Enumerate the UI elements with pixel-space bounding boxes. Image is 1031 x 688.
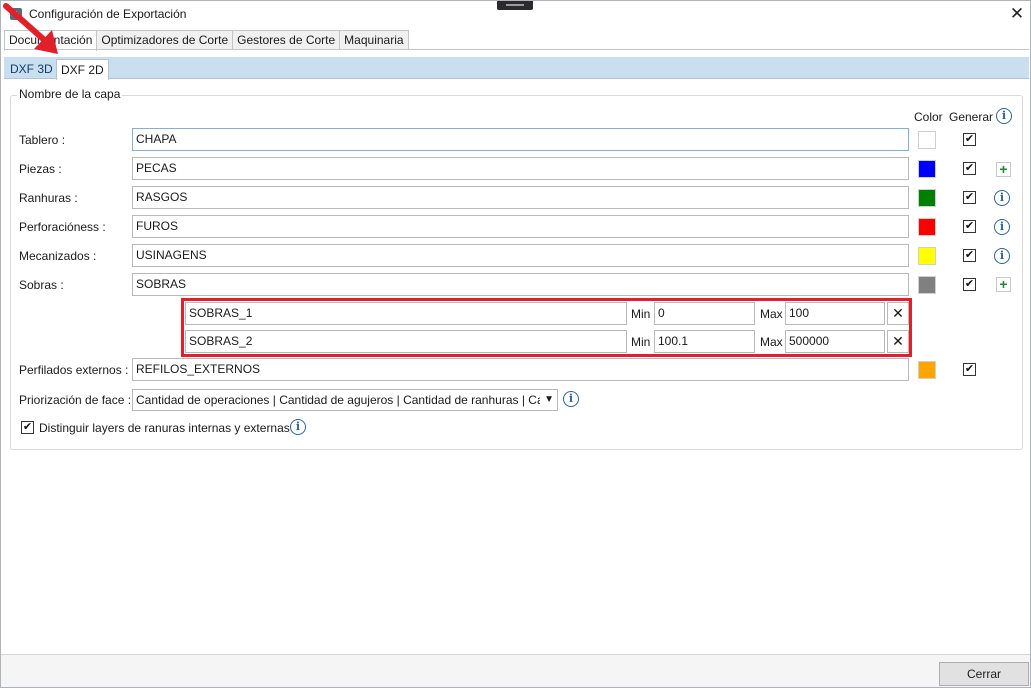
generar-checkbox-ranhuras[interactable] bbox=[963, 191, 976, 204]
info-icon[interactable]: i bbox=[994, 219, 1010, 235]
max-label: Max bbox=[760, 307, 783, 321]
add-icon[interactable]: + bbox=[996, 277, 1011, 292]
sobras-sub-name-input[interactable]: SOBRAS_1 bbox=[185, 302, 627, 325]
color-swatch-ranhuras[interactable] bbox=[918, 189, 936, 207]
priorizacion-dropdown[interactable]: Cantidad de operaciones | Cantidad de ag… bbox=[132, 389, 558, 411]
generar-checkbox-tablero[interactable] bbox=[963, 133, 976, 146]
sobras-sub-name-input[interactable]: SOBRAS_2 bbox=[185, 330, 627, 353]
info-icon[interactable]: i bbox=[290, 419, 306, 435]
distinguir-label: Distinguir layers de ranuras internas y … bbox=[39, 421, 290, 435]
input-ranhuras[interactable]: RASGOS bbox=[132, 186, 909, 209]
label-perfilados: Perfilados externos : bbox=[19, 363, 129, 377]
tab-documentacion[interactable]: Documentación bbox=[4, 30, 98, 51]
sobras-sub-min-input[interactable]: 100.1 bbox=[654, 330, 755, 353]
main-tabs: Documentación Optimizadores de Corte Ges… bbox=[4, 30, 409, 51]
input-tablero[interactable]: CHAPA bbox=[132, 128, 909, 151]
app-icon bbox=[10, 8, 22, 20]
group-title: Nombre de la capa bbox=[17, 87, 123, 101]
label-mecanizados: Mecanizados : bbox=[19, 249, 97, 263]
window-title: Configuración de Exportación bbox=[29, 7, 187, 21]
min-label: Min bbox=[631, 307, 651, 321]
export-config-window: Configuración de Exportación ✕ Documenta… bbox=[0, 0, 1031, 688]
generar-column-header: Generar bbox=[949, 110, 994, 124]
info-icon[interactable]: i bbox=[996, 108, 1012, 124]
color-swatch-perforaciones[interactable] bbox=[918, 218, 936, 236]
delete-icon[interactable]: ✕ bbox=[887, 302, 909, 325]
generar-checkbox-sobras[interactable] bbox=[963, 278, 976, 291]
input-perforaciones[interactable]: FUROS bbox=[132, 215, 909, 238]
sobras-sub-max-input[interactable]: 100 bbox=[785, 302, 885, 325]
label-sobras: Sobras : bbox=[19, 278, 64, 292]
min-label: Min bbox=[631, 335, 651, 349]
sobras-sub-max-input[interactable]: 500000 bbox=[785, 330, 885, 353]
generar-checkbox-perfilados[interactable] bbox=[963, 363, 976, 376]
tab-dxf-2d[interactable]: DXF 2D bbox=[56, 59, 109, 80]
dropdown-arrow-icon: ▼ bbox=[544, 394, 554, 405]
drag-grip[interactable] bbox=[497, 1, 533, 10]
tabs-divider bbox=[4, 49, 1029, 50]
close-button[interactable]: Cerrar bbox=[939, 662, 1029, 686]
label-piezas: Piezas : bbox=[19, 162, 62, 176]
generar-checkbox-perforaciones[interactable] bbox=[963, 220, 976, 233]
info-icon[interactable]: i bbox=[563, 391, 579, 407]
tab-optimizadores[interactable]: Optimizadores de Corte bbox=[96, 30, 234, 50]
input-piezas[interactable]: PECAS bbox=[132, 157, 909, 180]
generar-checkbox-mecanizados[interactable] bbox=[963, 249, 976, 262]
footer-bar bbox=[1, 655, 1030, 687]
color-swatch-piezas[interactable] bbox=[918, 160, 936, 178]
title-bar[interactable]: Configuración de Exportación ✕ bbox=[1, 1, 1030, 27]
label-perforaciones: Perforacióness : bbox=[19, 220, 106, 234]
tab-dxf-3d[interactable]: DXF 3D bbox=[6, 59, 57, 80]
label-tablero: Tablero : bbox=[19, 133, 66, 147]
tab-maquinaria[interactable]: Maquinaria bbox=[339, 30, 409, 50]
delete-icon[interactable]: ✕ bbox=[887, 330, 909, 353]
max-label: Max bbox=[760, 335, 783, 349]
label-ranhuras: Ranhuras : bbox=[19, 191, 78, 205]
label-priorizacion: Priorización de face : bbox=[19, 393, 132, 407]
info-icon[interactable]: i bbox=[994, 190, 1010, 206]
generar-checkbox-piezas[interactable] bbox=[963, 162, 976, 175]
close-icon[interactable]: ✕ bbox=[1007, 4, 1027, 24]
input-perfilados[interactable]: REFILOS_EXTERNOS bbox=[132, 358, 909, 381]
color-swatch-tablero[interactable] bbox=[918, 131, 936, 149]
color-column-header: Color bbox=[914, 110, 943, 124]
color-swatch-sobras[interactable] bbox=[918, 276, 936, 294]
input-mecanizados[interactable]: USINAGENS bbox=[132, 244, 909, 267]
input-sobras[interactable]: SOBRAS bbox=[132, 273, 909, 296]
sobras-sub-min-input[interactable]: 0 bbox=[654, 302, 755, 325]
subtabs-bar: DXF 3D DXF 2D bbox=[4, 57, 1029, 80]
add-icon[interactable]: + bbox=[996, 162, 1011, 177]
color-swatch-perfilados[interactable] bbox=[918, 361, 936, 379]
info-icon[interactable]: i bbox=[994, 248, 1010, 264]
priorizacion-value: Cantidad de operaciones | Cantidad de ag… bbox=[136, 393, 540, 407]
color-swatch-mecanizados[interactable] bbox=[918, 247, 936, 265]
distinguir-checkbox[interactable] bbox=[21, 421, 34, 434]
tab-gestores[interactable]: Gestores de Corte bbox=[232, 30, 341, 50]
